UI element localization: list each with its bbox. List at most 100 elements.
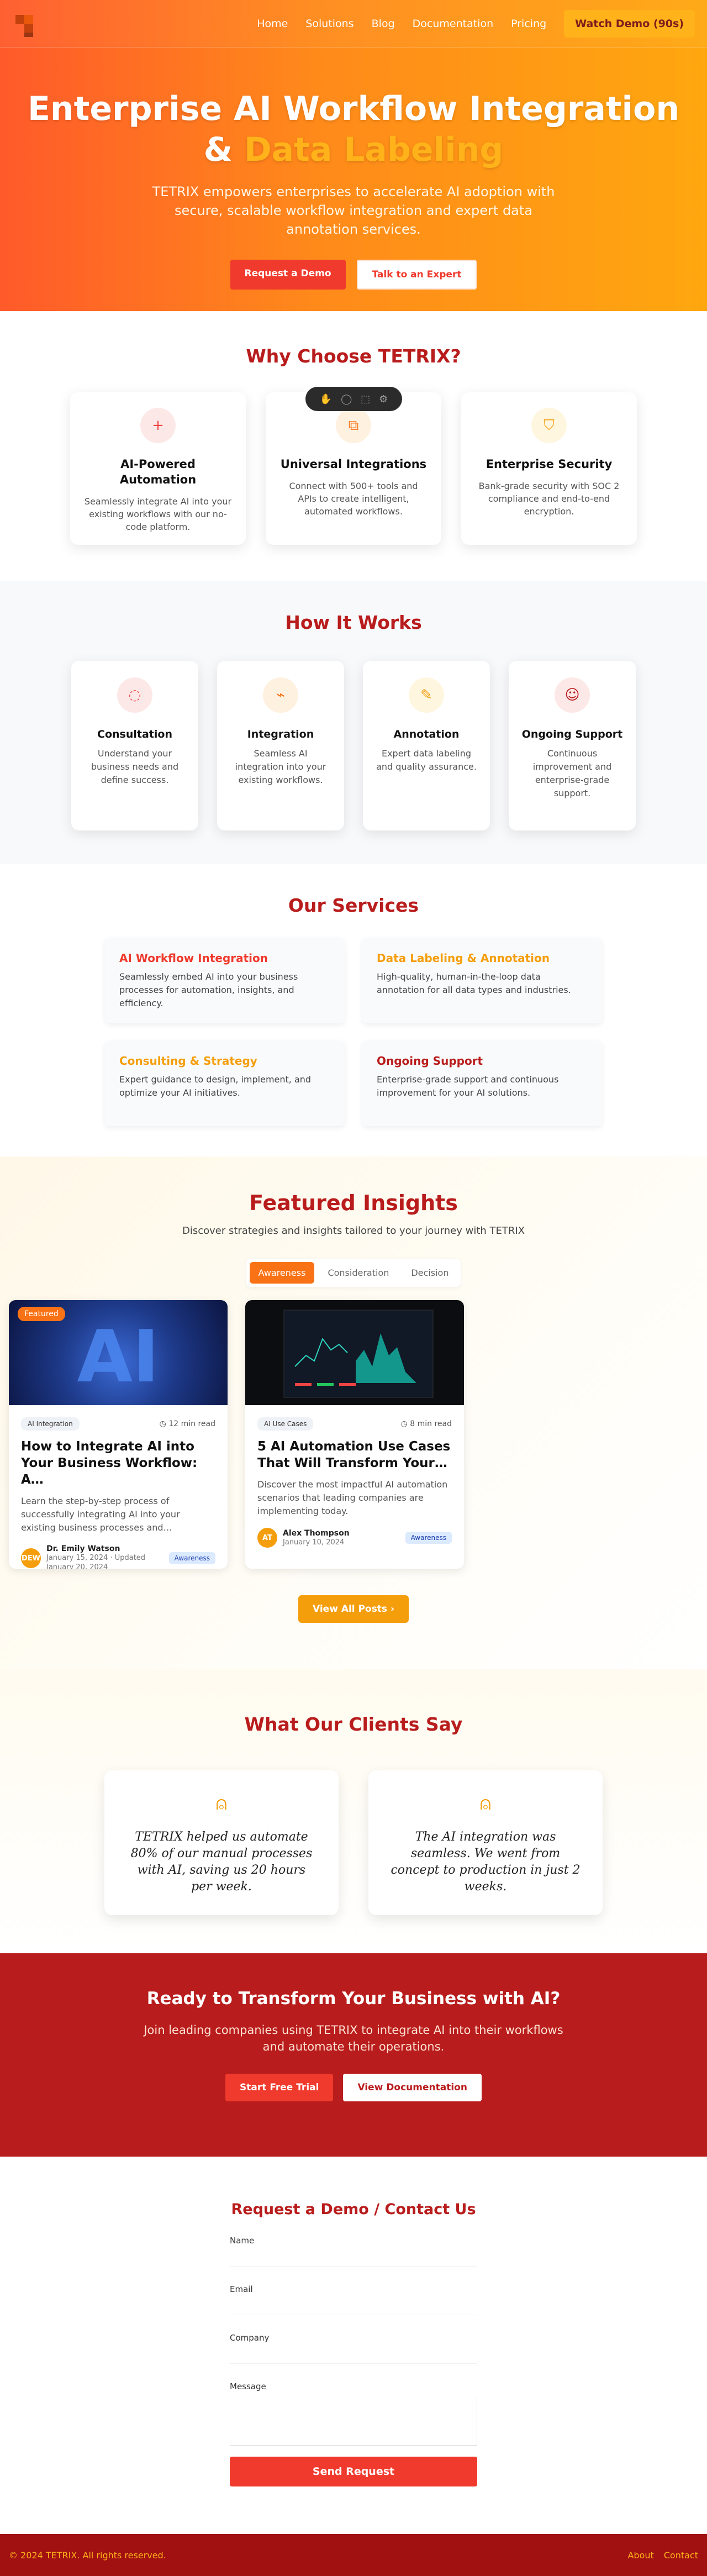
name-field[interactable]	[230, 2250, 477, 2267]
top-nav: Home Solutions Blog Documentation Pricin…	[0, 0, 707, 48]
footer-about-link[interactable]: About	[627, 2550, 653, 2561]
request-demo-button[interactable]: Request a Demo	[230, 260, 346, 290]
cta-buttons: Start Free Trial View Documentation	[0, 2074, 707, 2101]
nav-pricing[interactable]: Pricing	[511, 18, 546, 30]
email-label: Email	[230, 2284, 253, 2294]
how-section: How It Works ◌ Consultation Understand y…	[0, 581, 707, 864]
hand-icon[interactable]: ✋	[320, 393, 332, 405]
view-all-posts-button[interactable]: View All Posts ›	[298, 1595, 409, 1623]
watch-demo-button[interactable]: Watch Demo (90s)	[564, 9, 695, 38]
insights-section: Featured Insights Discover strategies an…	[0, 1156, 707, 1669]
post-meta: AI Use Cases ◷ 8 min read	[245, 1405, 464, 1431]
why-card-title: Universal Integrations	[280, 458, 427, 471]
service-card: AI Workflow Integration Seamlessly embed…	[105, 938, 345, 1023]
select-icon[interactable]: ⬚	[361, 393, 370, 405]
testimonial-quote: TETRIX helped us automate 80% of our man…	[130, 1830, 313, 1894]
nav-home[interactable]: Home	[257, 18, 288, 30]
how-card: ⌁ Integration Seamless AI integration in…	[217, 661, 344, 830]
service-text: Expert guidance to design, implement, an…	[119, 1074, 312, 1098]
why-cards: + AI-Powered Automation Seamlessly integ…	[0, 392, 707, 545]
company-field[interactable]	[230, 2347, 477, 2364]
post-date: January 15, 2024 · Updated January 20, 2…	[46, 1554, 146, 1569]
post-date: January 10, 2024	[283, 1538, 345, 1547]
post-tag: AI Integration	[21, 1417, 80, 1431]
service-title: AI Workflow Integration	[119, 951, 268, 965]
support-icon: ☺	[555, 677, 590, 713]
hero-section: Home Solutions Blog Documentation Pricin…	[0, 0, 707, 311]
plus-icon: +	[140, 408, 176, 443]
settings-icon[interactable]: ⚙	[379, 393, 388, 405]
nav-solutions[interactable]: Solutions	[305, 18, 354, 30]
insights-title: Featured Insights	[249, 1191, 458, 1215]
send-request-button[interactable]: Send Request	[230, 2457, 477, 2486]
footer-links: About Contact	[627, 2550, 698, 2561]
tab-awareness[interactable]: Awareness	[249, 1262, 315, 1284]
dashboard-graphic	[283, 1310, 434, 1398]
nav-documentation[interactable]: Documentation	[413, 18, 493, 30]
author-name: Alex Thompson	[283, 1528, 350, 1538]
post-card[interactable]: Featured AI AI Integration ◷ 12 min read…	[9, 1300, 228, 1569]
cta-title: Ready to Transform Your Business with AI…	[146, 1989, 561, 2009]
how-card-title: Ongoing Support	[521, 728, 623, 740]
posts-list: Featured AI AI Integration ◷ 12 min read…	[0, 1300, 707, 1569]
read-time: ◷ 12 min read	[160, 1420, 215, 1428]
pencil-icon: ✎	[409, 677, 444, 713]
services-title: Our Services	[288, 895, 419, 916]
why-card-title: AI-Powered Automation	[119, 458, 197, 486]
hero-subtitle: TETRIX empowers enterprises to accelerat…	[152, 184, 555, 237]
avatar: AT	[257, 1528, 277, 1548]
service-card: Ongoing Support Enterprise-grade support…	[362, 1041, 602, 1126]
how-card-text: Understand your business needs and defin…	[91, 748, 179, 785]
why-card: ⧉ Universal Integrations Connect with 50…	[266, 392, 441, 545]
post-title[interactable]: 5 AI Automation Use Cases That Will Tran…	[245, 1431, 464, 1471]
hero-title-highlight: Data Labeling	[244, 130, 504, 169]
cta-section: Ready to Transform Your Business with AI…	[0, 1953, 707, 2157]
view-docs-button[interactable]: View Documentation	[343, 2074, 482, 2101]
how-card-title: Annotation	[393, 728, 460, 740]
nav-links: Home Solutions Blog Documentation Pricin…	[257, 9, 695, 38]
contact-title: Request a Demo / Contact Us	[231, 2201, 476, 2218]
why-card-text: Bank-grade security with SOC 2 complianc…	[478, 481, 620, 517]
post-image	[245, 1300, 464, 1405]
name-label: Name	[230, 2236, 255, 2246]
how-card-text: Expert data labeling and quality assuran…	[376, 748, 477, 772]
how-card-title: Consultation	[97, 728, 172, 740]
view-all-label: View All Posts	[312, 1604, 388, 1615]
footer: © 2024 TETRIX. All rights reserved. Abou…	[0, 2534, 707, 2576]
comment-icon[interactable]: ◯	[341, 393, 352, 405]
how-card: ✎ Annotation Expert data labeling and qu…	[363, 661, 490, 830]
chat-icon: ◌	[117, 677, 152, 713]
why-card: ⛉ Enterprise Security Bank-grade securit…	[461, 392, 637, 545]
service-title: Ongoing Support	[377, 1054, 483, 1068]
post-title[interactable]: How to Integrate AI into Your Business W…	[9, 1431, 228, 1488]
email-field[interactable]	[230, 2299, 477, 2315]
tab-consideration[interactable]: Consideration	[319, 1262, 398, 1284]
talk-expert-button[interactable]: Talk to an Expert	[356, 260, 477, 290]
why-card-text: Seamlessly integrate AI into your existi…	[84, 496, 232, 532]
testimonials-title: What Our Clients Say	[244, 1713, 463, 1735]
service-title: Consulting & Strategy	[119, 1054, 257, 1068]
services-grid: AI Workflow Integration Seamlessly embed…	[105, 938, 602, 1126]
read-time-text: 12 min read	[168, 1420, 215, 1428]
tab-decision[interactable]: Decision	[402, 1262, 457, 1284]
read-time: ◷ 8 min read	[401, 1420, 452, 1428]
post-excerpt: Discover the most impactful AI automatio…	[257, 1479, 448, 1516]
avatar: DEW	[21, 1548, 41, 1568]
footer-contact-link[interactable]: Contact	[664, 2550, 698, 2561]
clock-icon: ◷	[400, 1420, 410, 1428]
nav-blog[interactable]: Blog	[372, 18, 395, 30]
post-author: DEW Dr. Emily Watson January 15, 2024 · …	[9, 1534, 228, 1569]
post-card[interactable]: AI Use Cases ◷ 8 min read 5 AI Automatio…	[245, 1300, 464, 1569]
how-card: ☺ Ongoing Support Continuous improvement…	[509, 661, 636, 830]
tetrix-logo[interactable]	[12, 9, 41, 38]
how-card-text: Seamless AI integration into your existi…	[235, 748, 326, 785]
why-card-title: Enterprise Security	[486, 458, 613, 471]
arrow-right-icon: ›	[390, 1604, 394, 1615]
services-section: Our Services AI Workflow Integration Sea…	[0, 864, 707, 1156]
post-image: Featured AI	[9, 1300, 228, 1405]
quote-icon: ⍝	[479, 1792, 492, 1815]
how-card: ◌ Consultation Understand your business …	[71, 661, 198, 830]
start-trial-button[interactable]: Start Free Trial	[225, 2074, 334, 2101]
quote-icon: ⍝	[215, 1792, 228, 1815]
message-field[interactable]	[230, 2396, 477, 2446]
